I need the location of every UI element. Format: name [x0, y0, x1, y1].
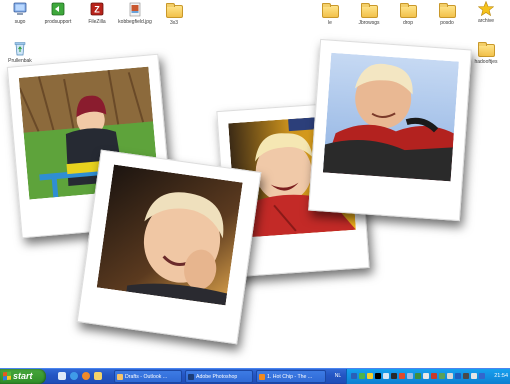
photoshop-icon: [188, 374, 194, 380]
tray-icon-15[interactable]: [463, 373, 469, 379]
tray-icon-1[interactable]: [351, 373, 357, 379]
start-button[interactable]: start: [0, 369, 46, 384]
taskbar-button-label: Drafts - Outlook ...: [125, 374, 168, 380]
outlook-icon: [117, 374, 123, 380]
tray-icon-16[interactable]: [471, 373, 477, 379]
internet-explorer-icon[interactable]: [70, 372, 78, 380]
taskbar-button-label: Adobe Photoshop: [196, 374, 238, 380]
taskbar-button-outlook[interactable]: Drafts - Outlook ...: [114, 370, 182, 383]
language-indicator[interactable]: NL: [330, 369, 346, 384]
desktop-icon-label: kobbegfield.jpg: [118, 19, 152, 25]
tray-icon-4[interactable]: [375, 373, 381, 379]
desktop-icon-label: sugo: [14, 19, 26, 25]
desktop-icon-label: 3x3: [169, 20, 179, 26]
system-tray: 21:54: [346, 369, 510, 384]
desktop-icon-label: le: [328, 20, 332, 26]
folder-icon: [438, 3, 456, 18]
polaroid-photo[interactable]: [76, 149, 262, 345]
media-player-icon[interactable]: [82, 372, 90, 380]
desktop-icon-sugo[interactable]: sugo: [3, 2, 37, 25]
recycle-bin-icon: [12, 41, 28, 56]
folder-icon: [360, 3, 378, 18]
desktop-icon-kobbegfield[interactable]: kobbegfield.jpg: [118, 2, 152, 25]
photo-child-outdoor: [322, 52, 459, 182]
tray-icon-5[interactable]: [383, 373, 389, 379]
app-icon: [50, 2, 66, 17]
tray-icon-2[interactable]: [359, 373, 365, 379]
star-icon: [477, 0, 495, 17]
desktop-icon-jbrowsgs[interactable]: Jbrowsgs: [352, 2, 386, 26]
desktop-icon-archive[interactable]: archive: [469, 0, 503, 24]
svg-text:Z: Z: [94, 5, 100, 15]
folder-icon: [477, 42, 495, 57]
desktop-icon-hadooftjes[interactable]: hadooftjes: [469, 41, 503, 65]
tray-icon-11[interactable]: [431, 373, 437, 379]
desktop-icon-label: Prullenbak: [8, 58, 32, 64]
folder-icon: [165, 3, 183, 18]
desktop-icon-label: archive: [477, 18, 495, 24]
tray-icon-17[interactable]: [479, 373, 485, 379]
clock[interactable]: 21:54: [494, 369, 508, 384]
tray-icon-10[interactable]: [423, 373, 429, 379]
image-file-icon: [127, 2, 143, 17]
desktop-icon-drop[interactable]: drop: [391, 2, 425, 26]
filezilla-icon: Z: [89, 2, 105, 17]
desktop-icon-3x3[interactable]: 3x3: [157, 2, 191, 26]
tray-icon-6[interactable]: [391, 373, 397, 379]
desktop-icon-prodsupport[interactable]: prodsupport: [41, 2, 75, 25]
tray-icon-14[interactable]: [455, 373, 461, 379]
desktop-icon-label: Jbrowsgs: [358, 20, 380, 26]
polaroid-photo[interactable]: [308, 38, 472, 222]
desktop-icon-label: posdo: [440, 20, 454, 26]
show-desktop-icon[interactable]: [58, 372, 66, 380]
desktop-icon-posdo[interactable]: posdo: [430, 2, 464, 26]
tray-icon-3[interactable]: [367, 373, 373, 379]
winamp-icon: [259, 374, 265, 380]
tray-icon-8[interactable]: [407, 373, 413, 379]
folder-icon: [321, 3, 339, 18]
desktop-icon-label: FileZilla: [88, 19, 106, 25]
desktop-icon-label: prodsupport: [44, 19, 72, 25]
taskbar-button-winamp[interactable]: 1. Hot Chip - The ...: [256, 370, 326, 383]
desktop-icon-recycle-bin[interactable]: Prullenbak: [3, 41, 37, 64]
desktop-icon-label: hadooftjes: [474, 59, 498, 65]
desktop-icon-le[interactable]: le: [313, 2, 347, 26]
tray-icon-13[interactable]: [447, 373, 453, 379]
desktop-icon-label: drop: [402, 20, 413, 26]
desktop-icon-filezilla[interactable]: Z FileZilla: [80, 2, 114, 25]
tray-icon-9[interactable]: [415, 373, 421, 379]
photo-child-hand-on-face: [96, 164, 243, 306]
start-label: start: [13, 371, 33, 381]
taskbar-button-photoshop[interactable]: Adobe Photoshop: [185, 370, 253, 383]
computer-icon: [12, 2, 28, 17]
tray-icon-12[interactable]: [439, 373, 445, 379]
taskbar: start Drafts - Outlook ... Adobe Photosh…: [0, 368, 510, 384]
taskbar-button-label: 1. Hot Chip - The ...: [267, 374, 313, 380]
folder-icon: [399, 3, 417, 18]
windows-logo-icon: [3, 371, 11, 381]
tray-icon-7[interactable]: [399, 373, 405, 379]
outlook-icon[interactable]: [94, 372, 102, 380]
